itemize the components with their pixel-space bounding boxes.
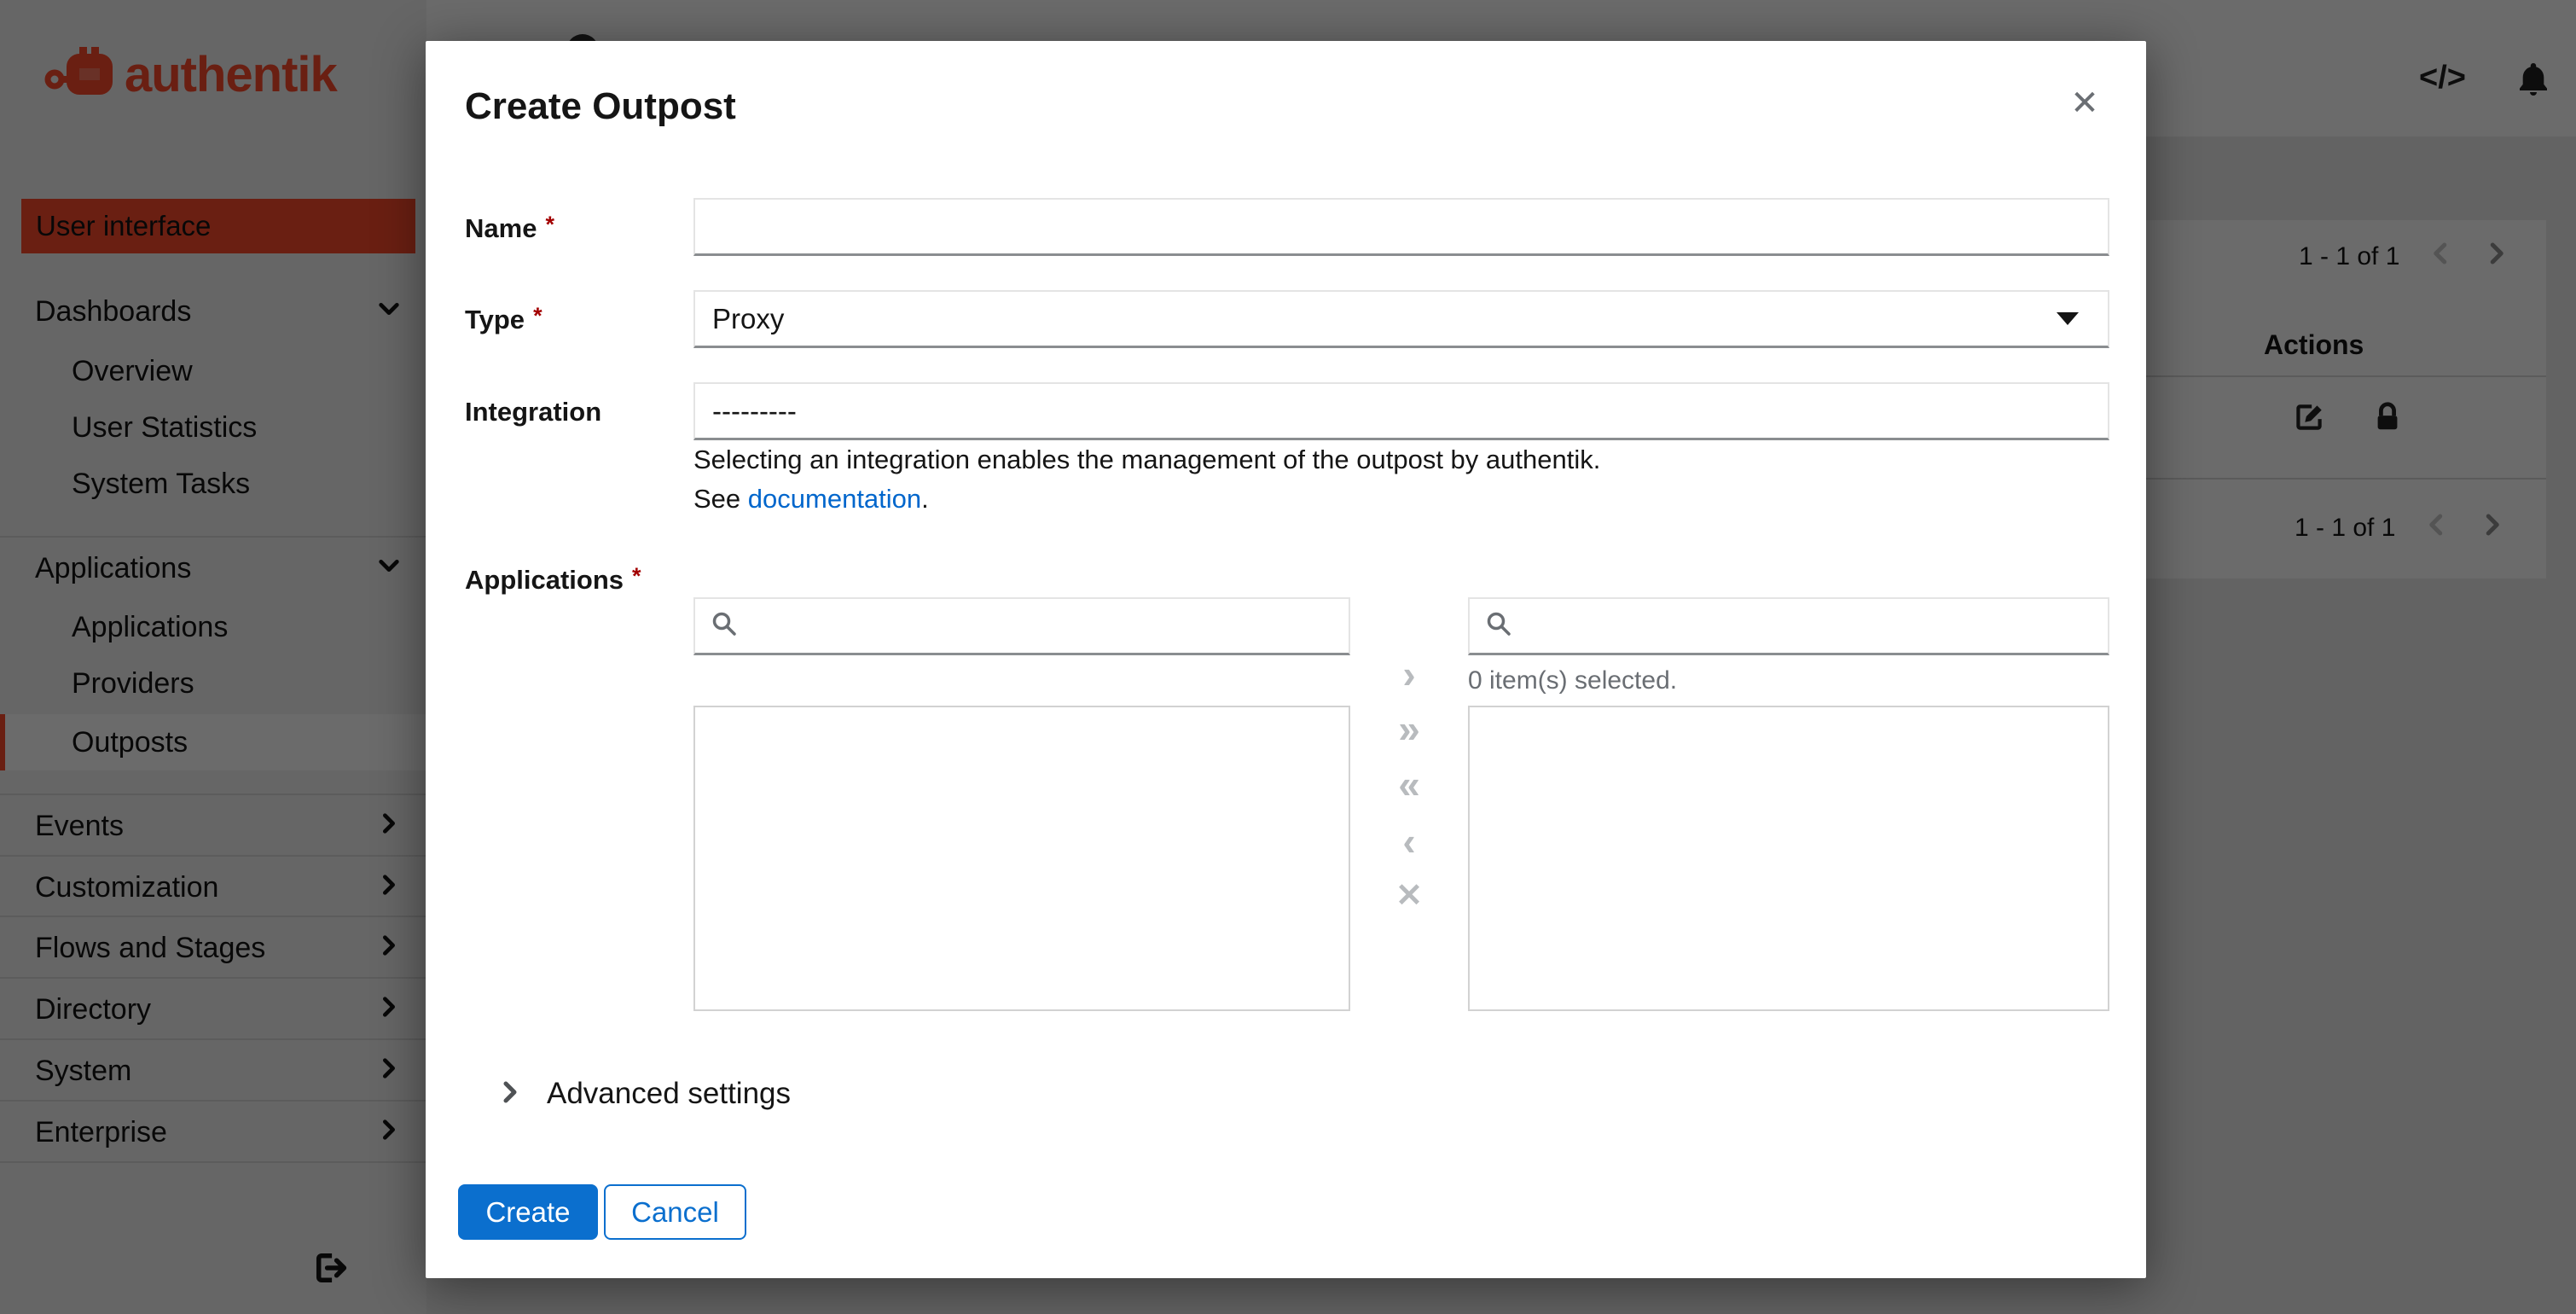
applications-label: Applications * xyxy=(465,563,641,595)
selected-count: 0 item(s) selected. xyxy=(1468,666,1678,695)
type-select[interactable]: Proxy xyxy=(693,290,2109,348)
name-label: Name * xyxy=(465,212,554,243)
close-icon[interactable]: ✕ xyxy=(2062,80,2108,126)
move-selected-right-icon[interactable]: › xyxy=(1383,652,1436,696)
selected-search[interactable] xyxy=(1468,597,2109,655)
integration-help-line1: Selecting an integration enables the man… xyxy=(693,445,1601,474)
required-asterisk: * xyxy=(533,303,542,328)
integration-select-value: --------- xyxy=(712,394,797,427)
type-label: Type * xyxy=(465,303,542,334)
available-search[interactable] xyxy=(693,597,1350,655)
move-selected-left-icon[interactable]: ‹ xyxy=(1383,819,1436,863)
create-outpost-modal: Create Outpost ✕ Name * Type * Proxy Integ… xyxy=(426,41,2146,1278)
integration-select[interactable]: --------- xyxy=(693,382,2109,440)
selected-applications-list[interactable] xyxy=(1468,706,2109,1011)
app-root: </> authentik User interface Dashboards … xyxy=(0,0,2576,1314)
selected-search-input[interactable] xyxy=(1512,609,2108,642)
clear-selection-icon[interactable]: ✕ xyxy=(1383,874,1436,918)
type-select-value: Proxy xyxy=(712,302,785,334)
chevron-right-icon xyxy=(497,1079,523,1109)
available-search-input[interactable] xyxy=(738,609,1349,642)
advanced-settings-expander[interactable]: Advanced settings xyxy=(497,1077,791,1111)
caret-down-icon xyxy=(2057,312,2079,325)
search-icon xyxy=(1485,610,1512,642)
name-input[interactable] xyxy=(693,198,2109,256)
integration-label: Integration xyxy=(465,397,602,427)
advanced-settings-label: Advanced settings xyxy=(547,1077,792,1110)
move-all-right-icon[interactable]: » xyxy=(1383,706,1436,751)
available-applications-list[interactable] xyxy=(693,706,1350,1011)
integration-help: Selecting an integration enables the man… xyxy=(693,440,1600,519)
required-asterisk: * xyxy=(545,212,554,237)
search-icon xyxy=(711,610,738,642)
move-all-left-icon[interactable]: « xyxy=(1383,762,1436,806)
required-asterisk: * xyxy=(632,563,641,589)
cancel-button[interactable]: Cancel xyxy=(604,1184,746,1240)
integration-help-line2: See documentation. xyxy=(693,484,929,514)
modal-title: Create Outpost xyxy=(465,85,736,127)
documentation-link[interactable]: documentation xyxy=(748,484,921,514)
create-button[interactable]: Create xyxy=(458,1184,598,1240)
